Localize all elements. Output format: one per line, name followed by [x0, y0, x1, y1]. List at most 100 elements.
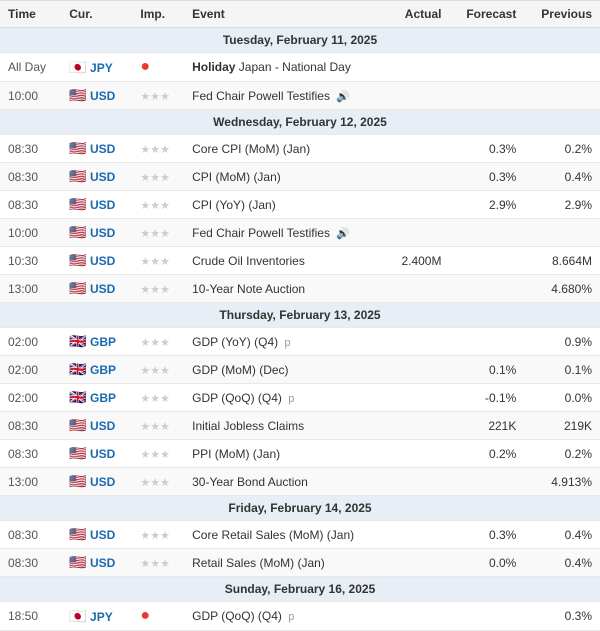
forecast-cell: 0.3%	[449, 521, 524, 549]
forecast-cell	[449, 602, 524, 631]
previous-cell: 0.0%	[524, 384, 600, 412]
event-label: Fed Chair Powell Testifies	[192, 226, 330, 240]
currency-code: JPY	[90, 61, 113, 75]
country-flag: 🇺🇸	[69, 417, 86, 433]
importance-cell: ★★★	[132, 82, 184, 110]
previous-cell: 0.4%	[524, 521, 600, 549]
forecast-cell: 0.2%	[449, 440, 524, 468]
table-row: 08:30 🇺🇸 USD ★★★ PPI (MoM) (Jan) 0.2% 0.…	[0, 440, 600, 468]
importance-cell: ★★★	[132, 356, 184, 384]
event-label: GDP (MoM) (Dec)	[192, 363, 288, 377]
table-row: 08:30 🇺🇸 USD ★★★ CPI (YoY) (Jan) 2.9% 2.…	[0, 191, 600, 219]
currency-code: USD	[90, 556, 115, 570]
section-header-row: Sunday, February 16, 2025	[0, 577, 600, 602]
table-row: 18:50 🇯🇵 JPY ● GDP (QoQ) (Q4) p 0.3%	[0, 602, 600, 631]
forecast-cell: 221K	[449, 412, 524, 440]
forecast-cell: 0.0%	[449, 549, 524, 577]
event-label: Fed Chair Powell Testifies	[192, 89, 330, 103]
time-cell: 08:30	[0, 163, 61, 191]
currency-code: JPY	[90, 610, 113, 624]
previous-cell: 0.2%	[524, 135, 600, 163]
country-flag: 🇺🇸	[69, 252, 86, 268]
country-flag: 🇺🇸	[69, 554, 86, 570]
currency-cell: 🇬🇧 GBP	[61, 356, 132, 384]
pending-icon: p	[284, 337, 290, 349]
table-row: 08:30 🇺🇸 USD ★★★ Retail Sales (MoM) (Jan…	[0, 549, 600, 577]
time-cell: 08:30	[0, 135, 61, 163]
importance-cell: ★★★	[132, 440, 184, 468]
actual-cell	[386, 219, 450, 247]
event-detail: Japan - National Day	[239, 60, 351, 74]
importance-stars: ★★★	[140, 337, 170, 349]
event-cell: Fed Chair Powell Testifies 🔊	[184, 82, 386, 110]
event-cell: PPI (MoM) (Jan)	[184, 440, 386, 468]
currency-code: USD	[90, 142, 115, 156]
importance-cell: ★★★	[132, 549, 184, 577]
currency-cell: 🇺🇸 USD	[61, 275, 132, 303]
event-cell: GDP (MoM) (Dec)	[184, 356, 386, 384]
importance-dot-red: ●	[140, 607, 150, 624]
previous-cell: 0.1%	[524, 356, 600, 384]
previous-cell: 0.2%	[524, 440, 600, 468]
currency-cell: 🇺🇸 USD	[61, 412, 132, 440]
time-cell: 10:00	[0, 82, 61, 110]
actual-cell: 2.400M	[386, 247, 450, 275]
currency-cell: 🇺🇸 USD	[61, 219, 132, 247]
currency-cell: 🇺🇸 USD	[61, 440, 132, 468]
importance-cell: ★★★	[132, 135, 184, 163]
importance-stars: ★★★	[140, 144, 170, 156]
forecast-cell	[449, 53, 524, 82]
forecast-cell: 2.9%	[449, 191, 524, 219]
event-label: Core Retail Sales (MoM) (Jan)	[192, 528, 354, 542]
importance-cell: ★★★	[132, 191, 184, 219]
previous-cell	[524, 219, 600, 247]
actual-cell	[386, 602, 450, 631]
actual-cell	[386, 82, 450, 110]
actual-cell	[386, 468, 450, 496]
event-cell: Core CPI (MoM) (Jan)	[184, 135, 386, 163]
importance-cell: ●	[132, 602, 184, 631]
forecast-cell	[449, 328, 524, 356]
currency-cell: 🇺🇸 USD	[61, 521, 132, 549]
table-row: 08:30 🇺🇸 USD ★★★ Initial Jobless Claims …	[0, 412, 600, 440]
currency-cell: 🇺🇸 USD	[61, 247, 132, 275]
previous-cell: 8.664M	[524, 247, 600, 275]
section-header-row: Friday, February 14, 2025	[0, 496, 600, 521]
actual-cell	[386, 412, 450, 440]
event-cell: Holiday Japan - National Day	[184, 53, 386, 82]
sound-icon: 🔊	[336, 228, 350, 240]
country-flag: 🇺🇸	[69, 445, 86, 461]
event-cell: Initial Jobless Claims	[184, 412, 386, 440]
table-row: 02:00 🇬🇧 GBP ★★★ GDP (QoQ) (Q4) p -0.1% …	[0, 384, 600, 412]
event-label: 30-Year Bond Auction	[192, 475, 308, 489]
event-cell: Fed Chair Powell Testifies 🔊	[184, 219, 386, 247]
importance-stars: ★★★	[140, 256, 170, 268]
importance-stars: ★★★	[140, 449, 170, 461]
section-title: Friday, February 14, 2025	[0, 496, 600, 521]
importance-stars: ★★★	[140, 91, 170, 103]
pending-icon: p	[288, 393, 294, 405]
country-flag: 🇬🇧	[69, 333, 86, 349]
actual-cell	[386, 163, 450, 191]
time-cell: 13:00	[0, 468, 61, 496]
col-header-importance: Imp.	[132, 1, 184, 28]
currency-cell: 🇬🇧 GBP	[61, 384, 132, 412]
table-row: 08:30 🇺🇸 USD ★★★ Core CPI (MoM) (Jan) 0.…	[0, 135, 600, 163]
table-row: 10:30 🇺🇸 USD ★★★ Crude Oil Inventories 2…	[0, 247, 600, 275]
currency-code: GBP	[90, 391, 116, 405]
event-label: Crude Oil Inventories	[192, 254, 305, 268]
time-cell: 08:30	[0, 191, 61, 219]
forecast-cell: 0.3%	[449, 163, 524, 191]
currency-code: USD	[90, 282, 115, 296]
actual-cell	[386, 275, 450, 303]
country-flag: 🇺🇸	[69, 224, 86, 240]
importance-stars: ★★★	[140, 228, 170, 240]
time-cell: 18:50	[0, 602, 61, 631]
currency-code: GBP	[90, 335, 116, 349]
sound-icon: 🔊	[336, 91, 350, 103]
importance-cell: ★★★	[132, 412, 184, 440]
time-cell: 02:00	[0, 384, 61, 412]
forecast-cell	[449, 219, 524, 247]
table-row: 08:30 🇺🇸 USD ★★★ Core Retail Sales (MoM)…	[0, 521, 600, 549]
event-label: 10-Year Note Auction	[192, 282, 305, 296]
